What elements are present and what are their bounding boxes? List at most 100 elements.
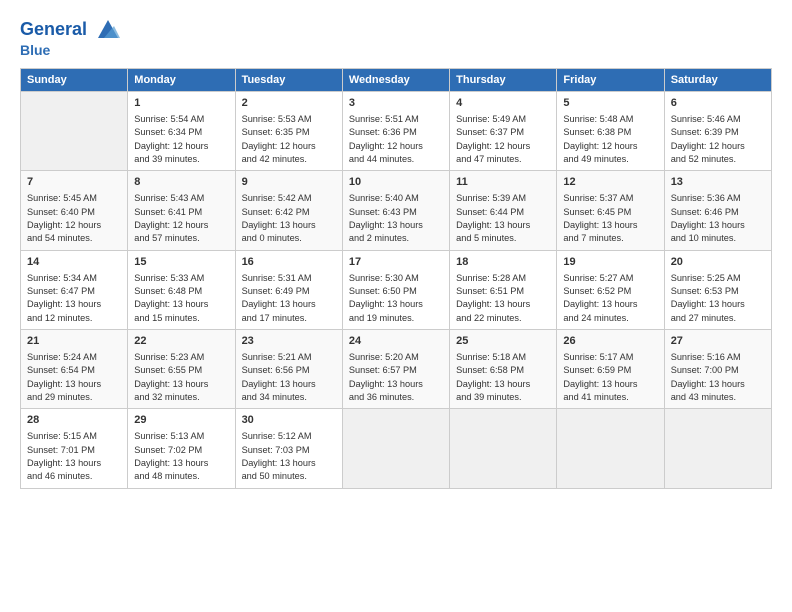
- day-number: 24: [349, 334, 443, 350]
- col-header-friday: Friday: [557, 69, 664, 92]
- cell-2-6: 12Sunrise: 5:37 AMSunset: 6:45 PMDayligh…: [557, 171, 664, 250]
- cell-text: Sunrise: 5:24 AM: [27, 351, 121, 364]
- cell-1-2: 1Sunrise: 5:54 AMSunset: 6:34 PMDaylight…: [128, 92, 235, 171]
- cell-4-2: 22Sunrise: 5:23 AMSunset: 6:55 PMDayligh…: [128, 329, 235, 408]
- cell-text: and 17 minutes.: [242, 312, 336, 325]
- cell-text: Daylight: 12 hours: [27, 219, 121, 232]
- cell-text: Daylight: 13 hours: [456, 378, 550, 391]
- cell-3-1: 14Sunrise: 5:34 AMSunset: 6:47 PMDayligh…: [21, 250, 128, 329]
- cell-text: Sunset: 6:37 PM: [456, 126, 550, 139]
- week-row-2: 7Sunrise: 5:45 AMSunset: 6:40 PMDaylight…: [21, 171, 772, 250]
- cell-1-3: 2Sunrise: 5:53 AMSunset: 6:35 PMDaylight…: [235, 92, 342, 171]
- cell-text: Sunset: 7:01 PM: [27, 444, 121, 457]
- cell-text: and 44 minutes.: [349, 153, 443, 166]
- cell-text: Daylight: 13 hours: [242, 298, 336, 311]
- cell-text: and 52 minutes.: [671, 153, 765, 166]
- day-number: 11: [456, 175, 550, 191]
- cell-text: Sunrise: 5:53 AM: [242, 113, 336, 126]
- col-header-saturday: Saturday: [664, 69, 771, 92]
- cell-text: Sunrise: 5:27 AM: [563, 272, 657, 285]
- cell-text: and 22 minutes.: [456, 312, 550, 325]
- cell-text: Sunset: 7:03 PM: [242, 444, 336, 457]
- logo-text: General: [20, 16, 122, 44]
- day-number: 28: [27, 413, 121, 429]
- cell-text: Sunset: 6:52 PM: [563, 285, 657, 298]
- cell-text: Sunrise: 5:25 AM: [671, 272, 765, 285]
- cell-2-1: 7Sunrise: 5:45 AMSunset: 6:40 PMDaylight…: [21, 171, 128, 250]
- cell-3-7: 20Sunrise: 5:25 AMSunset: 6:53 PMDayligh…: [664, 250, 771, 329]
- cell-text: Daylight: 13 hours: [242, 219, 336, 232]
- cell-text: Sunset: 6:44 PM: [456, 206, 550, 219]
- cell-text: and 7 minutes.: [563, 232, 657, 245]
- cell-text: and 57 minutes.: [134, 232, 228, 245]
- cell-text: and 10 minutes.: [671, 232, 765, 245]
- cell-1-4: 3Sunrise: 5:51 AMSunset: 6:36 PMDaylight…: [342, 92, 449, 171]
- cell-text: Sunset: 6:51 PM: [456, 285, 550, 298]
- cell-text: Sunrise: 5:46 AM: [671, 113, 765, 126]
- cell-2-5: 11Sunrise: 5:39 AMSunset: 6:44 PMDayligh…: [450, 171, 557, 250]
- cell-text: and 12 minutes.: [27, 312, 121, 325]
- cell-text: Sunset: 6:49 PM: [242, 285, 336, 298]
- cell-text: and 39 minutes.: [456, 391, 550, 404]
- cell-text: Sunset: 6:55 PM: [134, 364, 228, 377]
- cell-5-6: [557, 409, 664, 488]
- week-row-4: 21Sunrise: 5:24 AMSunset: 6:54 PMDayligh…: [21, 329, 772, 408]
- cell-text: Sunrise: 5:13 AM: [134, 430, 228, 443]
- cell-text: Sunrise: 5:12 AM: [242, 430, 336, 443]
- cell-text: Daylight: 13 hours: [456, 219, 550, 232]
- cell-text: and 32 minutes.: [134, 391, 228, 404]
- cell-text: and 39 minutes.: [134, 153, 228, 166]
- cell-text: Sunrise: 5:43 AM: [134, 192, 228, 205]
- day-number: 23: [242, 334, 336, 350]
- cell-text: Sunset: 7:02 PM: [134, 444, 228, 457]
- cell-text: Daylight: 13 hours: [349, 298, 443, 311]
- col-header-thursday: Thursday: [450, 69, 557, 92]
- col-header-wednesday: Wednesday: [342, 69, 449, 92]
- week-row-3: 14Sunrise: 5:34 AMSunset: 6:47 PMDayligh…: [21, 250, 772, 329]
- header-row: SundayMondayTuesdayWednesdayThursdayFrid…: [21, 69, 772, 92]
- cell-text: Sunrise: 5:42 AM: [242, 192, 336, 205]
- day-number: 20: [671, 255, 765, 271]
- day-number: 26: [563, 334, 657, 350]
- cell-text: Sunrise: 5:34 AM: [27, 272, 121, 285]
- week-row-1: 1Sunrise: 5:54 AMSunset: 6:34 PMDaylight…: [21, 92, 772, 171]
- cell-text: and 24 minutes.: [563, 312, 657, 325]
- day-number: 16: [242, 255, 336, 271]
- cell-1-5: 4Sunrise: 5:49 AMSunset: 6:37 PMDaylight…: [450, 92, 557, 171]
- cell-text: Sunrise: 5:33 AM: [134, 272, 228, 285]
- cell-2-7: 13Sunrise: 5:36 AMSunset: 6:46 PMDayligh…: [664, 171, 771, 250]
- cell-text: Sunrise: 5:28 AM: [456, 272, 550, 285]
- cell-2-3: 9Sunrise: 5:42 AMSunset: 6:42 PMDaylight…: [235, 171, 342, 250]
- cell-text: Daylight: 13 hours: [671, 298, 765, 311]
- cell-text: Daylight: 12 hours: [134, 140, 228, 153]
- header: General Blue: [20, 16, 772, 58]
- cell-text: Sunset: 6:48 PM: [134, 285, 228, 298]
- cell-text: and 2 minutes.: [349, 232, 443, 245]
- cell-1-6: 5Sunrise: 5:48 AMSunset: 6:38 PMDaylight…: [557, 92, 664, 171]
- cell-text: Sunrise: 5:51 AM: [349, 113, 443, 126]
- cell-text: Sunrise: 5:21 AM: [242, 351, 336, 364]
- cell-text: Sunrise: 5:45 AM: [27, 192, 121, 205]
- cell-text: Sunrise: 5:54 AM: [134, 113, 228, 126]
- cell-text: Daylight: 12 hours: [134, 219, 228, 232]
- day-number: 29: [134, 413, 228, 429]
- cell-text: Sunset: 6:39 PM: [671, 126, 765, 139]
- cell-text: and 36 minutes.: [349, 391, 443, 404]
- cell-4-1: 21Sunrise: 5:24 AMSunset: 6:54 PMDayligh…: [21, 329, 128, 408]
- day-number: 7: [27, 175, 121, 191]
- cell-3-5: 18Sunrise: 5:28 AMSunset: 6:51 PMDayligh…: [450, 250, 557, 329]
- cell-text: Sunrise: 5:37 AM: [563, 192, 657, 205]
- cell-3-6: 19Sunrise: 5:27 AMSunset: 6:52 PMDayligh…: [557, 250, 664, 329]
- cell-text: and 47 minutes.: [456, 153, 550, 166]
- cell-text: Daylight: 13 hours: [134, 378, 228, 391]
- cell-text: Daylight: 13 hours: [563, 219, 657, 232]
- cell-text: Daylight: 13 hours: [27, 457, 121, 470]
- day-number: 6: [671, 96, 765, 112]
- cell-text: Daylight: 13 hours: [27, 378, 121, 391]
- cell-text: Daylight: 12 hours: [563, 140, 657, 153]
- cell-text: Sunset: 6:59 PM: [563, 364, 657, 377]
- cell-text: Sunset: 6:34 PM: [134, 126, 228, 139]
- cell-5-2: 29Sunrise: 5:13 AMSunset: 7:02 PMDayligh…: [128, 409, 235, 488]
- cell-text: and 54 minutes.: [27, 232, 121, 245]
- cell-text: Sunset: 6:42 PM: [242, 206, 336, 219]
